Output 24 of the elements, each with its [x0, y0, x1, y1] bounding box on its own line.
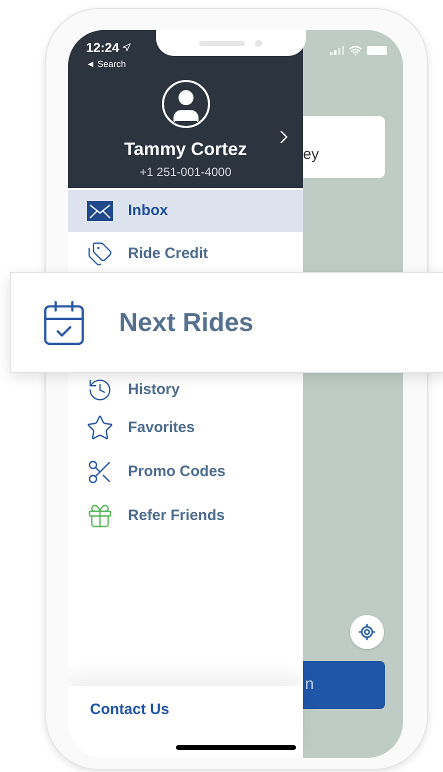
signal-icon [330, 46, 344, 55]
avatar-icon [162, 80, 210, 128]
gift-icon [86, 502, 114, 530]
locate-icon [358, 623, 376, 641]
wifi-icon [349, 44, 362, 57]
location-arrow-icon [122, 43, 132, 52]
speaker-icon [199, 40, 246, 46]
envelope-icon [87, 201, 113, 221]
profile-name: Tammy Cortez [124, 138, 247, 161]
status-time: 12:24 [86, 39, 120, 57]
menu-item[interactable]: Inbox [68, 190, 303, 232]
battery-icon [367, 46, 387, 55]
clock-icon [87, 377, 113, 403]
profile-phone: +1 251-001-4000 [140, 164, 232, 181]
back-link[interactable]: ◄ Search [86, 58, 132, 71]
contact-us-link[interactable]: Contact Us [90, 701, 170, 718]
search-card[interactable]: ey [303, 116, 385, 178]
action-button[interactable]: n [303, 661, 385, 709]
locate-button[interactable] [350, 615, 384, 649]
next-rides-label: Next Rides [119, 306, 254, 339]
star-icon [86, 414, 114, 442]
camera-icon [255, 40, 262, 46]
next-rides-card[interactable]: Next Rides [10, 272, 443, 373]
tags-icon [87, 241, 113, 267]
